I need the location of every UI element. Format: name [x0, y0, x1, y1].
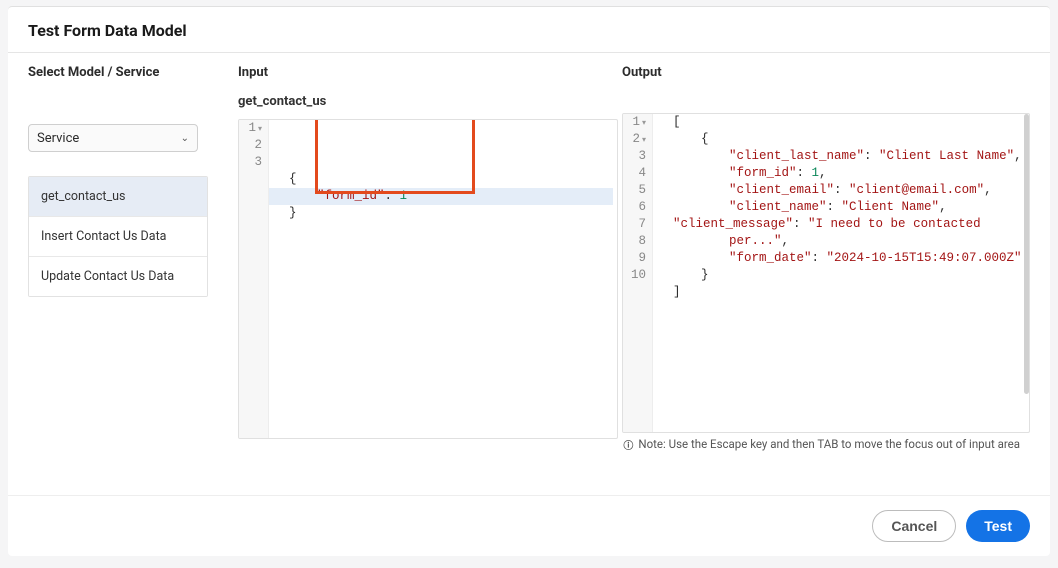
code-line: "client_message": "I need to be contacte… [653, 216, 1025, 250]
info-icon: ⓘ [622, 438, 634, 450]
line-number: 2▾ [629, 131, 646, 148]
output-wrap: 1▾2▾345678910 [{"client_last_name": "Cli… [622, 113, 1030, 433]
line-number: 10 [629, 267, 646, 284]
code-line: "form_id": 1, [653, 165, 1025, 182]
model-select-wrap: Service ⌄ [28, 124, 198, 152]
dialog-header: Test Form Data Model [8, 7, 1050, 53]
input-panel: Input get_contact_us 1▾23 {"form_id": 1} [218, 53, 618, 495]
output-scrollbar[interactable] [1024, 114, 1029, 433]
code-line: "client_name": "Client Name", [653, 199, 1025, 216]
cancel-button[interactable]: Cancel [872, 510, 956, 542]
line-number: 1▾ [629, 114, 646, 131]
model-service-select[interactable]: Service ⌄ [28, 124, 198, 152]
line-number: 3 [629, 148, 646, 165]
code-line: "form_id": 1 [269, 188, 613, 205]
code-line: { [269, 171, 613, 188]
note-text: Note: Use the Escape key and then TAB to… [638, 437, 1020, 451]
code-line: } [653, 267, 1025, 284]
line-number: 4 [629, 165, 646, 182]
line-number: 2 [245, 137, 262, 154]
dialog-footer: Cancel Test [8, 495, 1050, 556]
line-number: 8 [629, 233, 646, 250]
line-number: 1▾ [245, 120, 262, 137]
select-value: Service [37, 131, 79, 146]
line-number: 5 [629, 182, 646, 199]
service-item[interactable]: get_contact_us [29, 177, 207, 217]
line-number: 3 [245, 154, 262, 171]
line-number: 9 [629, 250, 646, 267]
code-line: "form_date": "2024-10-15T15:49:07.000Z" [653, 250, 1025, 267]
line-number: 6 [629, 199, 646, 216]
output-gutter: 1▾2▾345678910 [623, 114, 653, 432]
input-editor[interactable]: 1▾23 {"form_id": 1} [238, 119, 618, 439]
output-scroll-thumb[interactable] [1024, 114, 1029, 394]
code-line: } [269, 205, 613, 222]
chevron-down-icon: ⌄ [181, 133, 189, 144]
code-line: [ [653, 114, 1025, 131]
service-item[interactable]: Insert Contact Us Data [29, 217, 207, 257]
select-model-label: Select Model / Service [28, 65, 198, 80]
output-label: Output [622, 65, 1030, 80]
code-line: ] [653, 284, 1025, 301]
output-editor[interactable]: 1▾2▾345678910 [{"client_last_name": "Cli… [622, 113, 1030, 433]
input-service-name: get_contact_us [238, 94, 618, 109]
output-code-body[interactable]: [{"client_last_name": "Client Last Name"… [653, 114, 1029, 432]
left-panel: Select Model / Service Service ⌄ get_con… [8, 53, 218, 495]
line-number: 7 [629, 216, 646, 233]
dialog: Test Form Data Model Select Model / Serv… [8, 6, 1050, 556]
note-row: ⓘ Note: Use the Escape key and then TAB … [622, 433, 1030, 453]
input-label: Input [238, 65, 618, 80]
code-line: "client_last_name": "Client Last Name", [653, 148, 1025, 165]
code-line: { [653, 131, 1025, 148]
code-line: "client_email": "client@email.com", [653, 182, 1025, 199]
test-button[interactable]: Test [966, 510, 1030, 542]
content-columns: Select Model / Service Service ⌄ get_con… [8, 53, 1050, 495]
service-item[interactable]: Update Contact Us Data [29, 257, 207, 296]
page-title: Test Form Data Model [28, 21, 1030, 40]
service-list: get_contact_usInsert Contact Us DataUpda… [28, 176, 208, 297]
input-code-body[interactable]: {"form_id": 1} [269, 120, 617, 438]
input-gutter: 1▾23 [239, 120, 269, 438]
output-panel: Output 1▾2▾345678910 [{"client_last_name… [618, 53, 1050, 495]
